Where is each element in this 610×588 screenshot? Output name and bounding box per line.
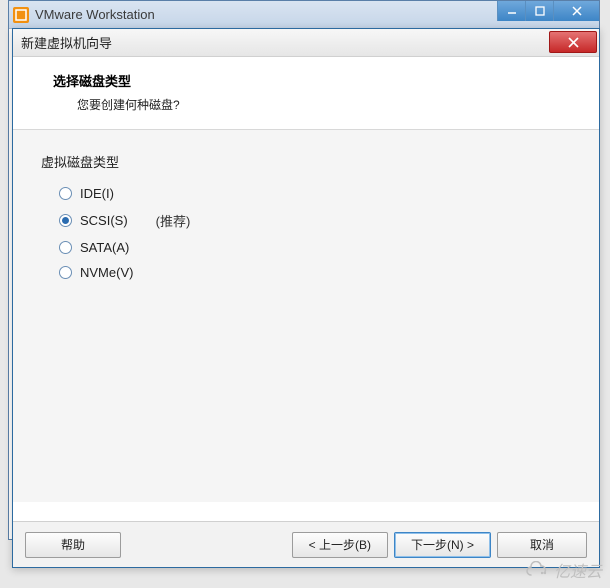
back-button[interactable]: < 上一步(B) [292,532,388,558]
wizard-body: 虚拟磁盘类型 IDE(I) SCSI(S) (推荐) SATA(A) NVMe(… [13,130,599,502]
radio-icon [59,214,72,227]
minimize-button[interactable] [497,1,525,21]
next-button[interactable]: 下一步(N) > [394,532,491,558]
radio-icon [59,241,72,254]
disk-type-group-label: 虚拟磁盘类型 [41,152,571,171]
wizard-header: 选择磁盘类型 您要创建何种磁盘? [13,57,599,130]
radio-label: SCSI(S) [80,213,128,228]
radio-label: IDE(I) [80,186,114,201]
cancel-button[interactable]: 取消 [497,532,587,558]
wizard-footer: 帮助 < 上一步(B) 下一步(N) > 取消 [13,521,599,567]
help-button[interactable]: 帮助 [25,532,121,558]
vmware-icon [13,7,29,23]
disk-type-option-scsi[interactable]: SCSI(S) (推荐) [41,206,571,235]
maximize-button[interactable] [525,1,553,21]
disk-type-option-ide[interactable]: IDE(I) [41,181,571,206]
radio-label: SATA(A) [80,240,129,255]
wizard-subheading: 您要创建何种磁盘? [77,96,579,113]
new-vm-wizard-dialog: 新建虚拟机向导 选择磁盘类型 您要创建何种磁盘? 虚拟磁盘类型 IDE(I) S… [12,28,600,568]
outer-titlebar[interactable]: VMware Workstation [9,1,599,29]
radio-icon [59,266,72,279]
radio-label: NVMe(V) [80,265,133,280]
dialog-close-button[interactable] [549,31,597,53]
disk-type-option-nvme[interactable]: NVMe(V) [41,260,571,285]
outer-window-title: VMware Workstation [35,7,155,22]
radio-hint: (推荐) [156,211,191,230]
disk-type-option-sata[interactable]: SATA(A) [41,235,571,260]
radio-icon [59,187,72,200]
window-controls [497,1,599,21]
dialog-titlebar[interactable]: 新建虚拟机向导 [13,29,599,57]
outer-close-button[interactable] [553,1,599,21]
dialog-title: 新建虚拟机向导 [21,33,112,52]
wizard-heading: 选择磁盘类型 [53,71,579,90]
